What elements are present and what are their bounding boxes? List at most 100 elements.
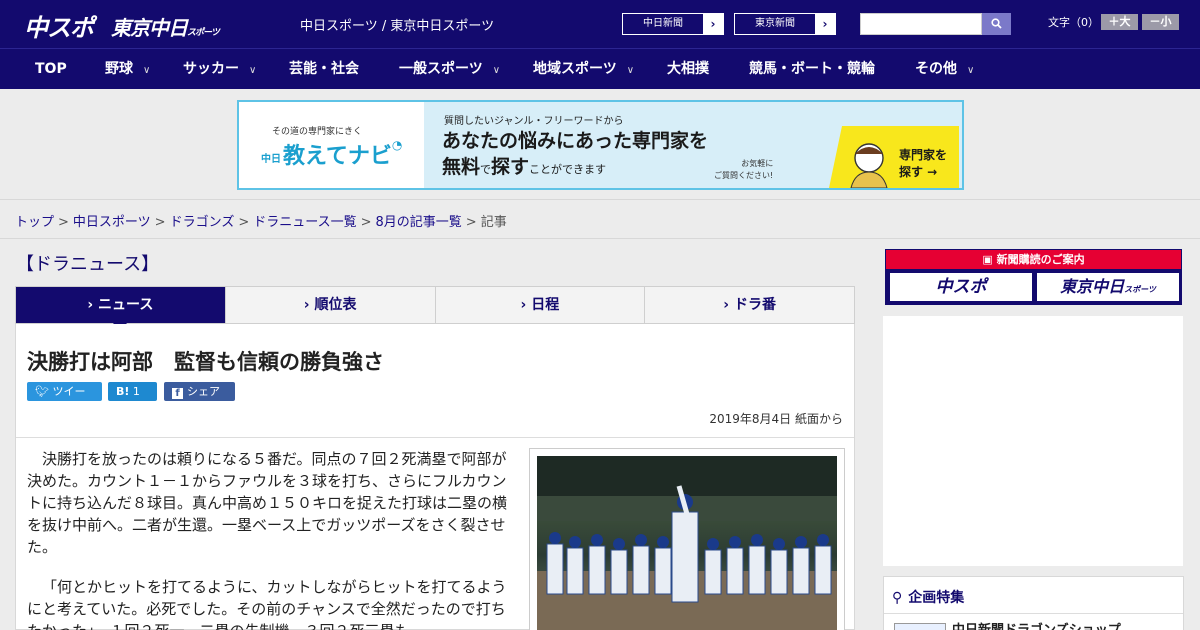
tab-label: ドラ番 (733, 297, 776, 313)
nav-label: 地域スポーツ (533, 61, 617, 77)
tweet-button[interactable]: 🐦︎ ツイート (27, 382, 102, 417)
nav-item-sumo[interactable]: 大相撲 (667, 49, 709, 89)
ad-cta-text: 専門家を探す → (899, 147, 947, 181)
subscribe-chuspo-link[interactable]: 中スポ (890, 273, 1032, 301)
article-body: 決勝打を放ったのは頼りになる５番だ。同点の７回２死満塁で阿部が決めた。カウント１… (27, 448, 509, 630)
nav-item-other[interactable]: その他 ∨ (915, 49, 974, 89)
hatena-count: 1 (132, 385, 140, 398)
facebook-icon: f (172, 388, 183, 399)
chevron-right-icon: › (703, 14, 723, 34)
feature-box: ⚲ 企画特集 中日新聞ドラゴンズショップ (883, 576, 1184, 630)
facebook-share-count: 1 (172, 404, 179, 417)
breadcrumb-chuspo[interactable]: 中日スポーツ (73, 215, 151, 230)
ad-headline: あなたの悩みにあった専門家を (442, 130, 709, 152)
thinking-person-icon (850, 143, 888, 188)
subscribe-tokyo-chunichi-link[interactable]: 東京中日スポーツ (1037, 273, 1179, 301)
site-header: 中スポ 東京中日スポーツ 中日スポーツ / 東京中日スポーツ 中日新聞 › 東京新… (0, 0, 1200, 48)
chevron-down-icon: ∨ (492, 65, 501, 76)
subscribe-tokyo-text: 東京中日 (1060, 277, 1125, 296)
ad-message-area: 質問したいジャンル・フリーワードから あなたの悩みにあった専門家を 無料で探すこ… (424, 102, 962, 188)
facebook-share-label: シェア (187, 385, 220, 398)
subscription-banner[interactable]: ▣ 新聞購読のご案内 中スポ 東京中日スポーツ (885, 249, 1182, 305)
subscribe-tokyo-suffix: スポーツ (1124, 285, 1156, 294)
tab-news[interactable]: › ニュース (16, 287, 226, 331)
article: 決勝打は阿部 監督も信頼の勝負強さ 🐦︎ ツイート B! 1 f シェア 1 20… (15, 324, 855, 630)
nav-item-racing[interactable]: 競馬・ボート・競輪 (749, 49, 875, 89)
nav-label: 野球 (105, 61, 133, 77)
newspaper-icon: ▣ (982, 253, 997, 266)
ad-kicker: その道の専門家にきく (272, 127, 363, 137)
tokyo-logo-suffix: スポーツ (187, 28, 220, 38)
article-date: 2019年8月4日 紙面から (709, 412, 843, 426)
tab-reporter[interactable]: › ドラ番 (645, 287, 854, 323)
chevron-down-icon: ∨ (626, 65, 635, 76)
font-smaller-button[interactable]: －小 (1142, 14, 1179, 30)
feature-item-dragons-shop[interactable]: 中日新聞ドラゴンズショップ (952, 619, 1121, 630)
nav-item-soccer[interactable]: サッカー ∨ (183, 49, 256, 89)
font-size-label: 文字（0） (1048, 16, 1099, 29)
breadcrumb-sep: > (360, 215, 372, 230)
breadcrumb-dra-news-list[interactable]: ドラニュース一覧 (253, 215, 356, 230)
nav-item-baseball[interactable]: 野球 ∨ (105, 49, 150, 89)
chevron-down-icon: ∨ (249, 65, 257, 76)
ad-cta-line-1: 専門家を (899, 148, 948, 162)
ad-brand-prefix: 中日 (261, 153, 281, 165)
main-nav: TOP 野球 ∨ サッカー ∨ 芸能・社会 一般スポーツ ∨ 地域スポーツ ∨ 大相撲 … (0, 48, 1200, 89)
breadcrumb-sep: > (465, 215, 477, 230)
right-sidebar: ▣ 新聞購読のご案内 中スポ 東京中日スポーツ ⚲ 企画特集 中日新聞ドラゴンズシ… (883, 249, 1184, 630)
search-button[interactable] (982, 13, 1011, 35)
nav-item-local-sports[interactable]: 地域スポーツ ∨ (533, 49, 634, 89)
article-paragraph: 「何とかヒットを打てるように、カットしながらヒットを打てるようにと考えていた。必… (27, 578, 507, 630)
ad-search: 探す (491, 156, 530, 178)
facebook-share-button[interactable]: f シェア 1 (164, 382, 235, 417)
nav-label: サッカー (183, 61, 239, 77)
chevron-right-icon: › (520, 297, 532, 313)
tokyo-logo-text: 東京中日 (111, 16, 188, 40)
divider (884, 613, 1183, 614)
section-title: 【ドラニュース】 (16, 254, 160, 275)
ad-note-1: お気軽に (741, 159, 774, 168)
dragons-shop-thumbnail[interactable] (894, 623, 946, 630)
nav-label: 芸能・社会 (289, 61, 359, 77)
hatena-bookmark-button[interactable]: B! 1 (108, 382, 157, 401)
breadcrumb-top[interactable]: トップ (15, 215, 54, 230)
tab-label: 日程 (531, 297, 560, 313)
ad-headline-2: 無料で探すことができます (442, 152, 606, 179)
ad-note-2: ご質問ください! (714, 171, 774, 180)
chevron-right-icon: › (87, 297, 99, 313)
breadcrumb-dragons[interactable]: ドラゴンズ (170, 215, 235, 230)
oshiete-navi-ad-banner[interactable]: その道の専門家にきく 中日教えてナビ◔ 質問したいジャンル・フリーワードから あ… (237, 100, 964, 190)
nav-item-top[interactable]: TOP (35, 49, 67, 89)
sidebar-ad-slot[interactable] (883, 316, 1183, 566)
tab-label: ニュース (98, 297, 154, 313)
chevron-right-icon: › (723, 297, 734, 313)
subscription-heading: ▣ 新聞購読のご案内 (886, 250, 1181, 269)
ad-can: ことができます (529, 163, 607, 176)
tab-standings[interactable]: › 順位表 (225, 287, 436, 323)
feature-title: ⚲ 企画特集 (892, 587, 964, 607)
ad-note: お気軽にご質問ください! (714, 158, 773, 182)
subscription-heading-text: 新聞購読のご案内 (996, 253, 1085, 266)
nav-label: 一般スポーツ (399, 61, 483, 77)
chevron-right-icon: › (303, 297, 315, 313)
tab-schedule[interactable]: › 日程 (435, 287, 646, 323)
tokyo-chunichi-logo[interactable]: 東京中日スポーツ (111, 12, 220, 41)
speech-bubble-icon: ◔ (391, 138, 403, 152)
ad-subtext: 質問したいジャンル・フリーワードから (444, 116, 624, 127)
chunichi-shimbun-link[interactable]: 中日新聞 › (622, 13, 724, 35)
ad-cta-line-2: 探す → (899, 165, 938, 179)
ad-cta-area: 専門家を探す → (824, 102, 962, 188)
nav-item-general-sports[interactable]: 一般スポーツ ∨ (399, 49, 500, 89)
chuspo-logo[interactable]: 中スポ (24, 8, 94, 43)
font-bigger-button[interactable]: ＋大 (1101, 14, 1138, 30)
search-input[interactable] (860, 13, 982, 35)
breadcrumb-august-list[interactable]: 8月の記事一覧 (376, 215, 462, 230)
breadcrumb: トップ > 中日スポーツ > ドラゴンズ > ドラニュース一覧 >8月の記事一覧 > 記事 (0, 199, 1200, 239)
ad-brand-name: 教えてナビ (283, 144, 392, 169)
tokyo-shimbun-link[interactable]: 東京新聞 › (734, 13, 836, 35)
article-photo-frame[interactable] (529, 448, 845, 630)
baseball-team-photo (537, 456, 837, 630)
nav-item-entertainment[interactable]: 芸能・社会 (289, 49, 359, 89)
divider (16, 437, 854, 438)
twitter-bird-icon: 🐦︎ (35, 385, 53, 398)
